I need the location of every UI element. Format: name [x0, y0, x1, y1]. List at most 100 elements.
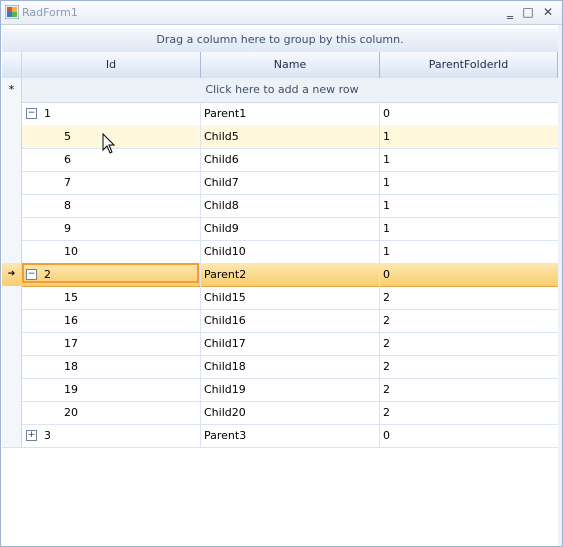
cell-divider [379, 263, 380, 286]
row-indicator[interactable] [2, 148, 22, 171]
cell-parentfolderid[interactable]: 1 [383, 171, 390, 194]
row-indicator[interactable] [2, 194, 22, 217]
child-row[interactable]: 7 Child7 1 [2, 171, 558, 195]
cell-id[interactable]: 6 [64, 148, 71, 171]
row-indicator[interactable] [2, 240, 22, 263]
cell-name[interactable]: Child20 [204, 401, 246, 424]
cell-name[interactable]: Parent2 [204, 263, 246, 286]
parent-row[interactable]: ➔ −2 Parent2 0 [2, 263, 558, 287]
cell-id[interactable]: 15 [64, 286, 78, 309]
child-row[interactable]: 9 Child9 1 [2, 217, 558, 241]
cell-divider [200, 378, 201, 401]
row-indicator[interactable]: ➔ [2, 263, 22, 286]
child-row[interactable]: 20 Child20 2 [2, 401, 558, 425]
cell-name[interactable]: Child19 [204, 378, 246, 401]
cell-id[interactable]: 20 [64, 401, 78, 424]
current-cell-border [22, 263, 199, 283]
child-row[interactable]: 10 Child10 1 [2, 240, 558, 264]
cell-id[interactable]: 19 [64, 378, 78, 401]
row-indicator[interactable] [2, 102, 22, 125]
cell-divider [379, 401, 380, 424]
new-row-text: Click here to add a new row [205, 83, 359, 96]
cell-parentfolderid[interactable]: 2 [383, 286, 390, 309]
cell-name[interactable]: Child10 [204, 240, 246, 263]
cell-parentfolderid[interactable]: 2 [383, 401, 390, 424]
minimize-button[interactable]: ‗ [501, 4, 519, 20]
close-button[interactable]: ✕ [539, 4, 557, 20]
child-row[interactable]: 8 Child8 1 [2, 194, 558, 218]
cell-name[interactable]: Child17 [204, 332, 246, 355]
row-indicator[interactable] [2, 171, 22, 194]
parent-row[interactable]: −1 Parent1 0 [2, 102, 558, 126]
child-row[interactable]: 17 Child17 2 [2, 332, 558, 356]
cell-name[interactable]: Child8 [204, 194, 239, 217]
column-header-parentfolderid[interactable]: ParentFolderId [380, 52, 558, 78]
cell-divider [379, 332, 380, 355]
title-bar[interactable]: RadForm1 ‗ □ ✕ [1, 1, 562, 25]
cell-name[interactable]: Parent3 [204, 424, 246, 447]
cell-name[interactable]: Child6 [204, 148, 239, 171]
cell-divider [379, 171, 380, 194]
cell-name[interactable]: Child18 [204, 355, 246, 378]
cell-name[interactable]: Parent1 [204, 102, 246, 125]
new-row[interactable]: * Click here to add a new row [2, 78, 558, 103]
group-panel[interactable]: Drag a column here to group by this colu… [2, 28, 558, 53]
row-indicator[interactable] [2, 424, 22, 447]
cell-id[interactable]: 17 [64, 332, 78, 355]
column-header-name[interactable]: Name [201, 52, 380, 78]
cell-name[interactable]: Child5 [204, 125, 239, 148]
cell-parentfolderid[interactable]: 2 [383, 378, 390, 401]
collapse-icon[interactable]: − [26, 108, 37, 119]
row-indicator[interactable] [2, 217, 22, 240]
cell-id[interactable]: 1 [44, 102, 51, 125]
row-indicator[interactable] [2, 125, 22, 148]
expand-icon[interactable]: + [26, 430, 37, 441]
child-row[interactable]: 19 Child19 2 [2, 378, 558, 402]
row-indicator[interactable] [2, 401, 22, 424]
cell-parentfolderid[interactable]: 2 [383, 355, 390, 378]
cell-parentfolderid[interactable]: 0 [383, 424, 390, 447]
cell-id[interactable]: 18 [64, 355, 78, 378]
new-row-indicator: * [2, 78, 22, 102]
column-header-id[interactable]: Id [22, 52, 201, 78]
cell-name[interactable]: Child15 [204, 286, 246, 309]
cell-id[interactable]: 9 [64, 217, 71, 240]
cell-parentfolderid[interactable]: 0 [383, 263, 390, 286]
cell-parentfolderid[interactable]: 1 [383, 125, 390, 148]
cell-parentfolderid[interactable]: 1 [383, 148, 390, 171]
cell-id[interactable]: 7 [64, 171, 71, 194]
window-title: RadForm1 [22, 6, 78, 19]
cell-parentfolderid[interactable]: 1 [383, 240, 390, 263]
cell-id[interactable]: 8 [64, 194, 71, 217]
maximize-button[interactable]: □ [519, 4, 537, 20]
cell-divider [379, 286, 380, 309]
cell-id[interactable]: 5 [64, 125, 71, 148]
child-row[interactable]: 6 Child6 1 [2, 148, 558, 172]
cell-divider [379, 102, 380, 125]
cell-parentfolderid[interactable]: 2 [383, 309, 390, 332]
cell-divider [379, 125, 380, 148]
cell-id[interactable]: 3 [44, 424, 51, 447]
parent-row[interactable]: +3 Parent3 0 [2, 424, 558, 448]
cell-id[interactable]: 10 [64, 240, 78, 263]
cell-divider [200, 355, 201, 378]
cell-divider [379, 424, 380, 447]
cell-parentfolderid[interactable]: 1 [383, 217, 390, 240]
cell-name[interactable]: Child7 [204, 171, 239, 194]
cell-parentfolderid[interactable]: 0 [383, 102, 390, 125]
child-row[interactable]: 18 Child18 2 [2, 355, 558, 379]
cell-divider [379, 355, 380, 378]
cell-name[interactable]: Child9 [204, 217, 239, 240]
cell-parentfolderid[interactable]: 1 [383, 194, 390, 217]
child-row[interactable]: 15 Child15 2 [2, 286, 558, 310]
cell-id[interactable]: 16 [64, 309, 78, 332]
row-indicator[interactable] [2, 355, 22, 378]
row-indicator[interactable] [2, 286, 22, 309]
cell-parentfolderid[interactable]: 2 [383, 332, 390, 355]
row-indicator[interactable] [2, 378, 22, 401]
row-indicator[interactable] [2, 332, 22, 355]
child-row[interactable]: 5 Child5 1 [2, 125, 558, 149]
row-indicator[interactable] [2, 309, 22, 332]
child-row[interactable]: 16 Child16 2 [2, 309, 558, 333]
cell-name[interactable]: Child16 [204, 309, 246, 332]
